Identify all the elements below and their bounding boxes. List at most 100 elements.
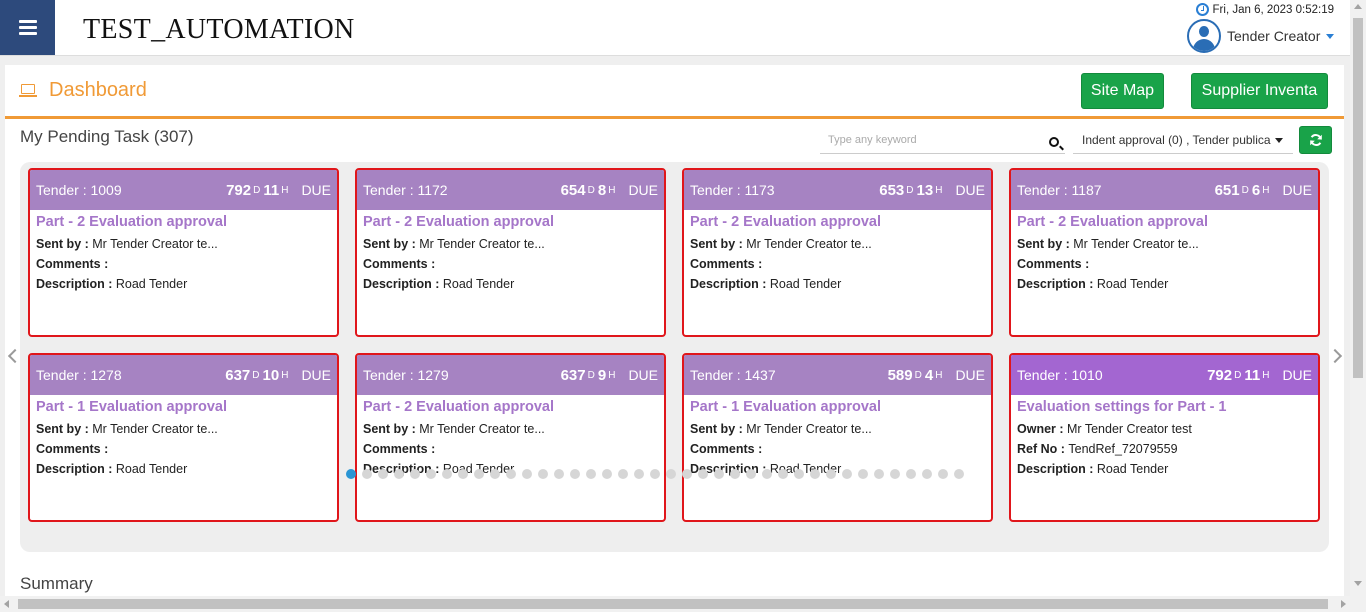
day-unit: D — [906, 184, 914, 196]
pagination-dot[interactable] — [602, 469, 612, 479]
refresh-button[interactable] — [1299, 126, 1332, 154]
dashboard-panel: Dashboard Site Map Supplier Inventa My P… — [5, 65, 1344, 596]
due-hours: 13 — [916, 181, 934, 199]
task-row-1: Sent by : Mr Tender Creator te... — [690, 234, 985, 254]
pagination-dot[interactable] — [634, 469, 644, 479]
scroll-up-icon[interactable] — [1354, 4, 1362, 9]
pagination-dot[interactable] — [426, 469, 436, 479]
task-card-header: Tender : 1173 653 D 13 H DUE — [684, 170, 991, 210]
row-label: Comments : — [363, 442, 436, 456]
task-row-2: Comments : — [363, 254, 658, 274]
pagination-dot[interactable] — [858, 469, 868, 479]
pagination-dot[interactable] — [778, 469, 788, 479]
pagination-dot[interactable] — [442, 469, 452, 479]
tender-id: Tender : 1187 — [1017, 182, 1102, 198]
pagination-dot[interactable] — [650, 469, 660, 479]
task-card-body: Part - 1 Evaluation approval Sent by : Mr… — [30, 395, 337, 483]
row-value: Mr Tender Creator te... — [746, 237, 872, 251]
row-label: Sent by : — [690, 237, 747, 251]
site-map-button[interactable]: Site Map — [1081, 73, 1164, 109]
pagination-dot[interactable] — [794, 469, 804, 479]
pagination-dot[interactable] — [458, 469, 468, 479]
row-label: Comments : — [690, 257, 763, 271]
due-days: 653 — [879, 181, 905, 199]
search-input[interactable] — [820, 129, 1030, 151]
task-name: Part - 1 Evaluation approval — [690, 399, 881, 415]
task-card[interactable]: Tender : 1010 792 D 11 H DUE Evaluation settin… — [1009, 353, 1320, 522]
pagination-dot[interactable] — [490, 469, 500, 479]
pagination-dot[interactable] — [618, 469, 628, 479]
pagination-dot[interactable] — [666, 469, 676, 479]
pagination-dot[interactable] — [698, 469, 708, 479]
due-days: 651 — [1214, 181, 1240, 199]
pagination-dot[interactable] — [922, 469, 932, 479]
due-hours: 9 — [597, 366, 607, 384]
pagination-dot[interactable] — [538, 469, 548, 479]
pagination-dot[interactable] — [826, 469, 836, 479]
task-card-header: Tender : 1172 654 D 8 H DUE — [357, 170, 664, 210]
scroll-right-icon[interactable] — [1341, 600, 1346, 608]
pagination-dot[interactable] — [410, 469, 420, 479]
scrollbar-thumb[interactable] — [1353, 18, 1363, 378]
scroll-left-icon[interactable] — [4, 600, 9, 608]
pagination-dot[interactable] — [938, 469, 948, 479]
filter-value: Indent approval (0) , Tender publica — [1082, 133, 1271, 147]
task-row-3: Description : Road Tender — [1017, 274, 1312, 294]
pagination-dot[interactable] — [394, 469, 404, 479]
task-row-1: Sent by : Mr Tender Creator te... — [363, 234, 658, 254]
pagination-dot[interactable] — [554, 469, 564, 479]
task-card[interactable]: Tender : 1172 654 D 8 H DUE Part - 2 Evaluatio… — [355, 168, 666, 337]
scroll-down-icon[interactable] — [1354, 581, 1362, 586]
pagination-dot[interactable] — [570, 469, 580, 479]
supplier-inventory-button[interactable]: Supplier Inventa — [1191, 73, 1328, 109]
pagination-dot[interactable] — [346, 469, 356, 479]
task-card-header: Tender : 1010 792 D 11 H DUE — [1011, 355, 1318, 395]
horizontal-scrollbar[interactable] — [0, 596, 1350, 612]
search-icon[interactable] — [1049, 137, 1059, 147]
task-card[interactable]: Tender : 1173 653 D 13 H DUE Part - 2 Evaluati… — [682, 168, 993, 337]
task-card[interactable]: Tender : 1009 792 D 11 H DUE Part - 2 Evaluati… — [28, 168, 339, 337]
pagination-dot[interactable] — [522, 469, 532, 479]
pagination-dot[interactable] — [762, 469, 772, 479]
pagination-dot[interactable] — [682, 469, 692, 479]
row-value: Mr Tender Creator te... — [419, 422, 545, 436]
pagination-dot[interactable] — [378, 469, 388, 479]
due-days: 637 — [225, 366, 251, 384]
due-days: 589 — [887, 366, 913, 384]
hamburger-menu-button[interactable] — [0, 0, 55, 55]
row-value: Road Tender — [442, 277, 515, 291]
due-hours: 10 — [262, 366, 280, 384]
pagination-dot[interactable] — [954, 469, 964, 479]
pagination-dot[interactable] — [890, 469, 900, 479]
user-menu[interactable]: Tender Creator — [1187, 19, 1335, 53]
pagination-dot[interactable] — [362, 469, 372, 479]
pagination-dot[interactable] — [906, 469, 916, 479]
task-row-3: Description : Road Tender — [1017, 459, 1312, 479]
scrollbar-thumb[interactable] — [18, 599, 1328, 609]
pagination-dot[interactable] — [506, 469, 516, 479]
chevron-down-icon — [1326, 33, 1335, 39]
task-card[interactable]: Tender : 1437 589 D 4 H DUE Part - 1 Evaluatio… — [682, 353, 993, 522]
pagination-dot[interactable] — [714, 469, 724, 479]
pagination-dot[interactable] — [746, 469, 756, 479]
task-filter-dropdown[interactable]: Indent approval (0) , Tender publica — [1073, 127, 1293, 154]
due-days: 637 — [560, 366, 586, 384]
vertical-scrollbar[interactable] — [1350, 0, 1366, 612]
pagination-dot[interactable] — [810, 469, 820, 479]
day-unit: D — [1234, 369, 1242, 381]
day-unit: D — [253, 184, 261, 196]
row-label: Sent by : — [36, 422, 93, 436]
pagination-dot[interactable] — [730, 469, 740, 479]
pagination-dot[interactable] — [842, 469, 852, 479]
hour-unit: H — [935, 184, 943, 196]
task-card[interactable]: Tender : 1278 637 D 10 H DUE Part - 1 Evaluati… — [28, 353, 339, 522]
task-card-body: Part - 2 Evaluation approval Sent by : Mr… — [684, 210, 991, 298]
pagination-dot[interactable] — [586, 469, 596, 479]
pagination-dot[interactable] — [474, 469, 484, 479]
due-badge: DUE — [955, 367, 985, 383]
task-card[interactable]: Tender : 1279 637 D 9 H DUE Part - 2 Evaluatio… — [355, 353, 666, 522]
task-row-2: Comments : — [1017, 254, 1312, 274]
row-label: Description : — [690, 277, 770, 291]
task-card[interactable]: Tender : 1187 651 D 6 H DUE Part - 2 Evaluatio… — [1009, 168, 1320, 337]
pagination-dot[interactable] — [874, 469, 884, 479]
